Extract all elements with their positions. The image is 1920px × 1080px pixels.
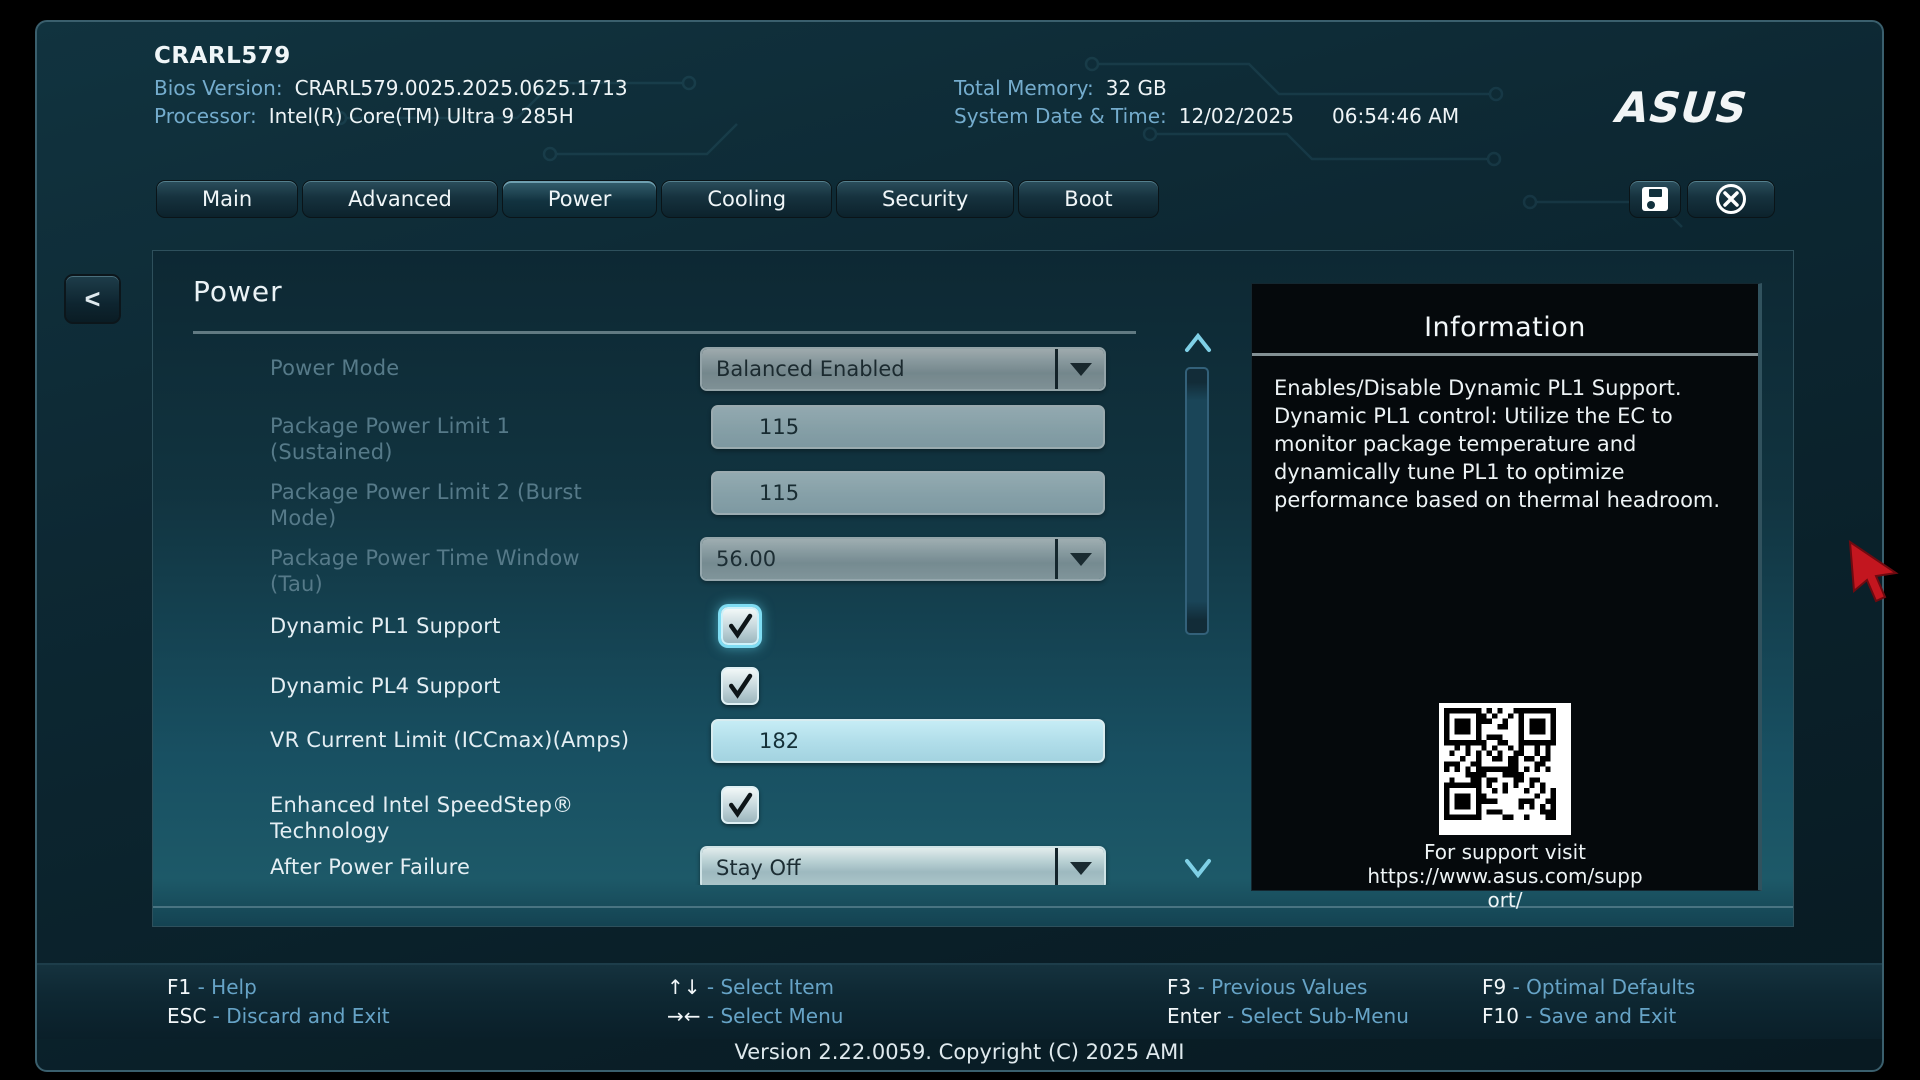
help-key: F1 — [167, 975, 191, 999]
dropdown-arrow-icon — [1058, 349, 1104, 389]
window-buttons — [1629, 180, 1781, 218]
help-key: ESC — [167, 1004, 206, 1028]
help-desc: - Select Item — [701, 975, 835, 999]
bios-version-label: Bios Version: — [154, 76, 283, 100]
enhanced-intel-speedstep-checkbox[interactable] — [721, 786, 759, 824]
setting-label: Package Power Limit 1 (Sustained) — [270, 405, 690, 465]
help-desc: - Discard and Exit — [206, 1004, 389, 1028]
setting-label: Dynamic PL1 Support — [270, 605, 690, 639]
dropdown-value: Balanced Enabled — [702, 349, 1055, 389]
vr-current-limit-iccmax-amps-input[interactable]: 182 — [711, 719, 1105, 763]
floppy-disk-icon — [1639, 184, 1671, 214]
header-memory-datetime: Total Memory: 32 GB System Date & Time: 12… — [954, 76, 1459, 132]
page-title: Power — [193, 275, 283, 308]
help-desc: - Previous Values — [1191, 975, 1367, 999]
tab-security[interactable]: Security — [836, 180, 1014, 218]
help-item-f1: F1 - Help — [167, 975, 257, 999]
package-power-time-window-dropdown: 56.00 — [700, 537, 1106, 581]
chevron-down-icon — [1070, 862, 1092, 875]
setting-label: Dynamic PL4 Support — [270, 665, 690, 699]
help-item-f9: F9 - Optimal Defaults — [1482, 975, 1695, 999]
total-memory-value: 32 GB — [1106, 76, 1167, 100]
package-power-limit-2-burst-input: 115 — [711, 471, 1105, 515]
tab-bar: MainAdvancedPowerCoolingSecurityBoot — [156, 180, 1163, 218]
qr-code — [1439, 703, 1571, 835]
help-key: Enter — [1167, 1004, 1221, 1028]
setting-label: Enhanced Intel SpeedStep® Technology — [270, 784, 690, 844]
setting-label: VR Current Limit (ICCmax)(Amps) — [270, 719, 690, 753]
dynamic-pl1-support-checkbox[interactable] — [721, 607, 759, 645]
close-icon — [1714, 182, 1748, 216]
information-panel: Information Enables/Disable Dynamic PL1 … — [1251, 283, 1762, 891]
bios-shell: CRARL579 Bios Version: CRARL579.0025.2025… — [35, 20, 1884, 1072]
dynamic-pl4-support-checkbox[interactable] — [721, 667, 759, 705]
checkmark-icon — [725, 611, 755, 641]
model-name: CRARL579 — [154, 43, 628, 76]
setting-label: Package Power Time Window (Tau) — [270, 537, 690, 597]
help-key: F3 — [1167, 975, 1191, 999]
save-button[interactable] — [1629, 180, 1681, 218]
svg-text:ASUS: ASUS — [1609, 84, 1754, 132]
tab-main[interactable]: Main — [156, 180, 298, 218]
setting-label: Power Mode — [270, 347, 690, 381]
help-item-f3: F3 - Previous Values — [1167, 975, 1367, 999]
processor-value: Intel(R) Core(TM) Ultra 9 285H — [269, 104, 574, 128]
help-desc: - Save and Exit — [1519, 1004, 1676, 1028]
dropdown-value: 56.00 — [702, 539, 1055, 579]
datetime-label: System Date & Time: — [954, 104, 1167, 128]
help-item-enter: Enter - Select Sub-Menu — [1167, 1004, 1409, 1028]
asus-logo: ASUS — [1609, 84, 1809, 132]
help-item-: ↑↓ - Select Item — [667, 975, 834, 999]
system-time-value: 06:54:46 AM — [1332, 104, 1459, 128]
close-button[interactable] — [1687, 180, 1775, 218]
help-desc: - Optimal Defaults — [1506, 975, 1695, 999]
version-text: Version 2.22.0059. Copyright (C) 2025 AM… — [37, 1040, 1882, 1064]
dropdown-arrow-icon[interactable] — [1058, 848, 1104, 885]
help-key: F9 — [1482, 975, 1506, 999]
tab-advanced[interactable]: Advanced — [302, 180, 498, 218]
tab-power[interactable]: Power — [502, 180, 658, 218]
help-desc: - Help — [191, 975, 257, 999]
checkmark-icon — [725, 671, 755, 701]
support-text: For support visit https://www.asus.com/s… — [1252, 840, 1758, 912]
help-key: ↑↓ — [667, 975, 701, 999]
help-desc: - Select Sub-Menu — [1221, 1004, 1409, 1028]
bios-screen: CRARL579 Bios Version: CRARL579.0025.2025… — [0, 0, 1920, 1080]
scroll-down-icon[interactable] — [1183, 858, 1213, 878]
chevron-down-icon — [1070, 363, 1092, 376]
tab-boot[interactable]: Boot — [1018, 180, 1158, 218]
tab-cooling[interactable]: Cooling — [661, 180, 832, 218]
setting-label: Package Power Limit 2 (Burst Mode) — [270, 471, 690, 531]
processor-label: Processor: — [154, 104, 257, 128]
after-power-failure-dropdown[interactable]: Stay Off — [700, 846, 1106, 885]
help-item-f10: F10 - Save and Exit — [1482, 1004, 1676, 1028]
power-mode-dropdown: Balanced Enabled — [700, 347, 1106, 391]
information-title: Information — [1252, 312, 1758, 343]
scrollbar[interactable] — [1183, 333, 1213, 881]
help-key: →← — [667, 1004, 701, 1028]
setting-label: After Power Failure — [270, 846, 690, 880]
total-memory-label: Total Memory: — [954, 76, 1094, 100]
help-key: F10 — [1482, 1004, 1519, 1028]
header-system-info: CRARL579 Bios Version: CRARL579.0025.2025… — [154, 43, 628, 132]
help-item-esc: ESC - Discard and Exit — [167, 1004, 390, 1028]
information-body: Enables/Disable Dynamic PL1 Support. Dyn… — [1274, 374, 1736, 514]
scrollbar-thumb[interactable] — [1185, 367, 1209, 635]
chevron-down-icon — [1070, 553, 1092, 566]
checkmark-icon — [725, 790, 755, 820]
back-button[interactable]: < — [64, 274, 121, 324]
help-desc: - Select Menu — [701, 1004, 844, 1028]
dropdown-value[interactable]: Stay Off — [702, 848, 1055, 885]
dropdown-arrow-icon — [1058, 539, 1104, 579]
settings-rows: Power Mode Balanced Enabled Package Power … — [270, 347, 1183, 885]
bios-version-value: CRARL579.0025.2025.0625.1713 — [295, 76, 628, 100]
scroll-up-icon[interactable] — [1183, 333, 1213, 353]
help-bar: F1 - Help ↑↓ - Select Item F3 - Previous V… — [37, 963, 1882, 1039]
title-underline — [193, 331, 1136, 334]
information-divider — [1252, 353, 1758, 356]
system-date-value: 12/02/2025 — [1179, 104, 1294, 128]
help-item-: →← - Select Menu — [667, 1004, 843, 1028]
package-power-limit-1-input: 115 — [711, 405, 1105, 449]
